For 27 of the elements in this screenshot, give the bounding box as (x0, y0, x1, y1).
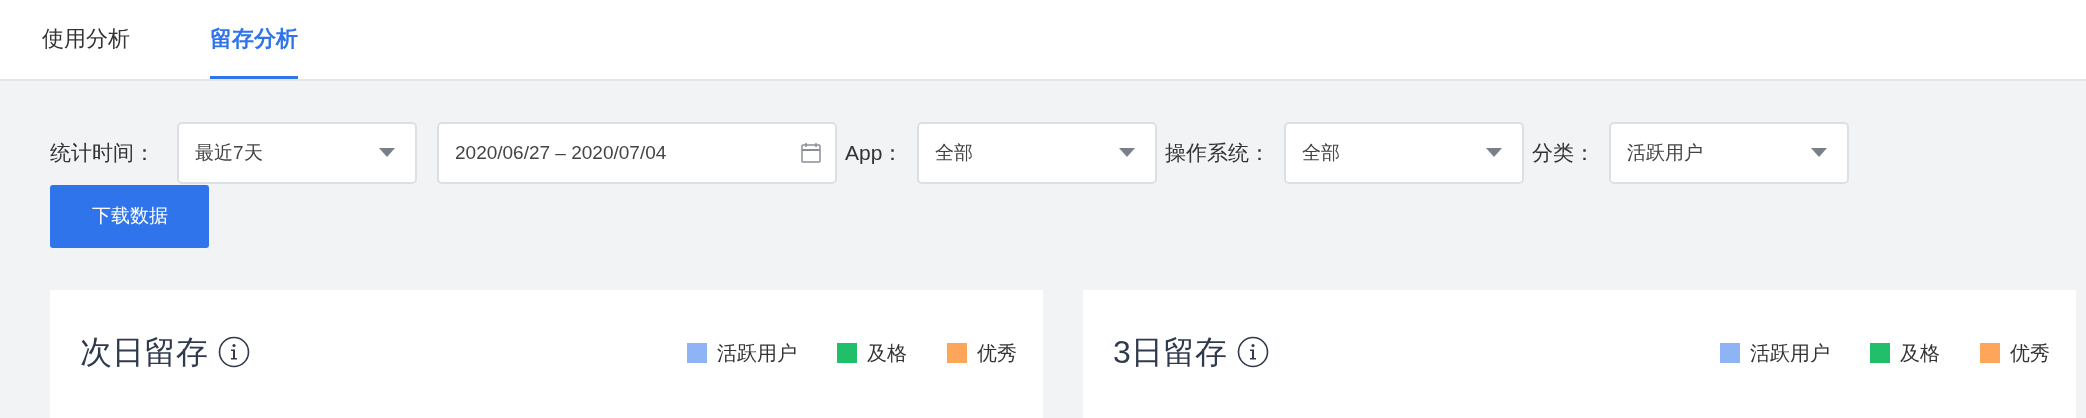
filter-label: 操作系统： (1165, 140, 1271, 167)
info-icon[interactable] (218, 336, 250, 368)
select-dropdown[interactable]: 全部 (1284, 122, 1525, 184)
legend-label: 及格 (1900, 341, 1940, 366)
caret-icon (1811, 148, 1828, 158)
tab[interactable]: 留存分析 (210, 0, 298, 79)
card-title: 次日留存 (80, 333, 208, 372)
download-button[interactable]: 下载数据 (50, 185, 209, 248)
legend-label: 活跃用户 (717, 341, 797, 366)
calendar-icon (801, 143, 821, 163)
legend-label: 活跃用户 (1750, 341, 1830, 366)
card-title: 3日留存 (1113, 333, 1227, 372)
legend-label: 优秀 (977, 341, 1017, 366)
caret-icon (1119, 148, 1136, 158)
caret-icon (1486, 148, 1503, 158)
select-dropdown[interactable]: 活跃用户 (1609, 122, 1850, 184)
info-icon[interactable] (1236, 336, 1269, 368)
caret-icon (379, 148, 395, 158)
filter-label: 分类： (1532, 140, 1596, 167)
date-range-field[interactable]: 2020/06/27 – 2020/07/04 (437, 122, 837, 184)
filter-label: 统计时间： (50, 140, 155, 167)
legend-label: 优秀 (2010, 341, 2050, 366)
legend-label: 及格 (867, 341, 907, 366)
filter-label: App： (845, 140, 904, 167)
tab[interactable]: 使用分析 (42, 0, 130, 79)
select-dropdown[interactable]: 全部 (917, 122, 1158, 184)
select-dropdown[interactable]: 最近7天 (177, 122, 417, 184)
